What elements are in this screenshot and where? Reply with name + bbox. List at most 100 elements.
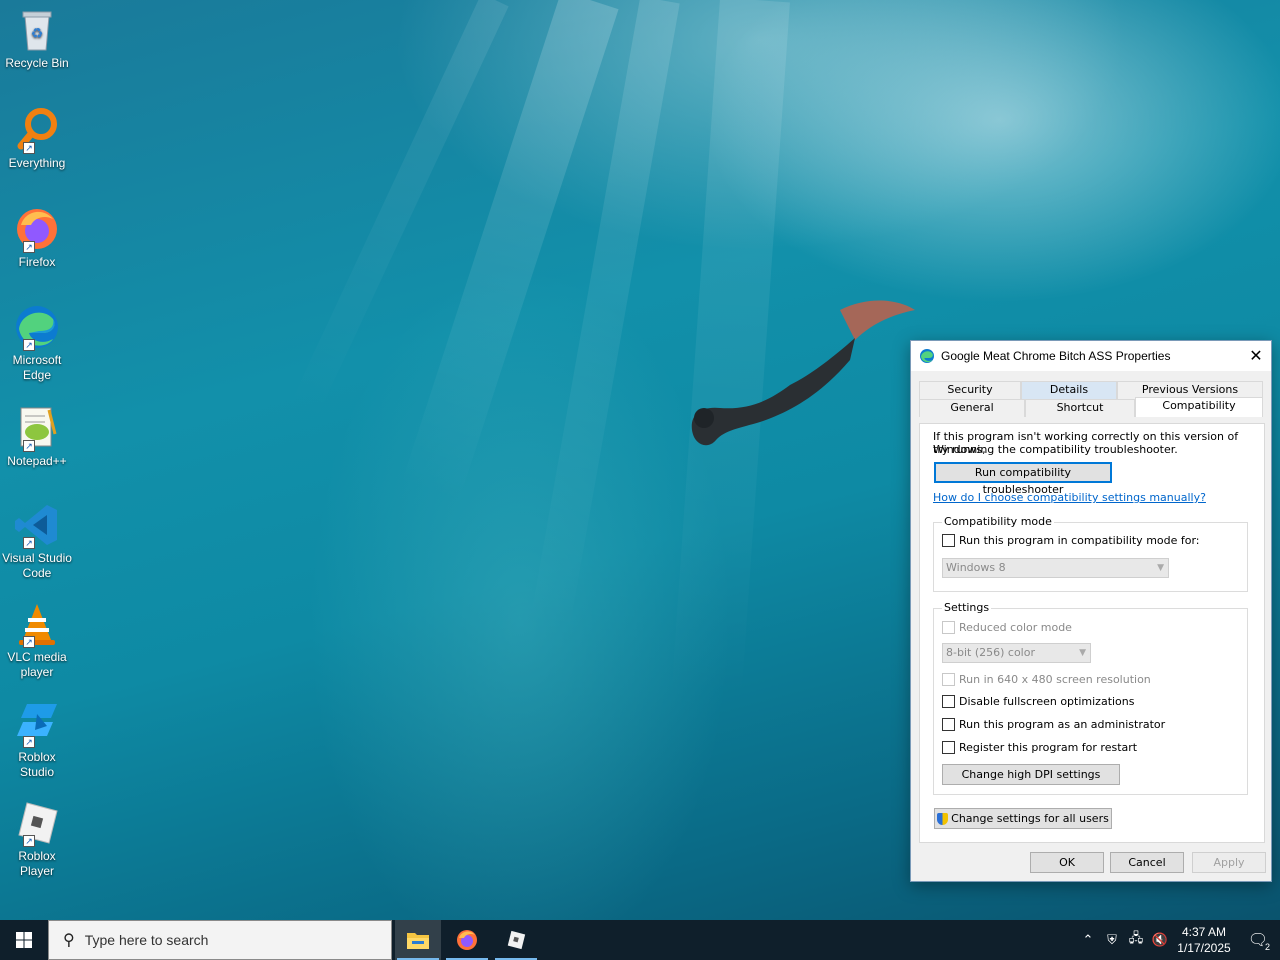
reduced-color-checkbox <box>942 621 955 634</box>
shortcut-arrow-icon: ↗ <box>23 835 35 847</box>
dialog-titlebar[interactable]: Google Meat Chrome Bitch ASS Properties … <box>911 341 1271 371</box>
taskbar-clock[interactable]: 4:37 AM 1/17/2025 <box>1172 924 1236 956</box>
uac-shield-icon <box>937 813 949 825</box>
ok-button[interactable]: OK <box>1030 852 1104 873</box>
chevron-down-icon: ▼ <box>1157 563 1164 573</box>
tabs-row-bottom: General Shortcut Compatibility <box>919 397 1263 417</box>
notification-count: 2 <box>1264 942 1270 952</box>
change-dpi-button[interactable]: Change high DPI settings <box>942 764 1120 785</box>
fullscreen-opt-row[interactable]: Disable fullscreen optimizations <box>942 695 1135 708</box>
tab-shortcut[interactable]: Shortcut <box>1025 399 1135 417</box>
tab-compatibility[interactable]: Compatibility <box>1135 397 1263 417</box>
taskbar-file-explorer[interactable] <box>395 920 441 960</box>
tab-security[interactable]: Security <box>919 381 1021 399</box>
edge-icon <box>920 349 934 363</box>
register-restart-row[interactable]: Register this program for restart <box>942 741 1137 754</box>
compatibility-help-link[interactable]: How do I choose compatibility settings m… <box>933 491 1206 504</box>
desktop-icon-label: Everything <box>8 156 66 170</box>
tab-general[interactable]: General <box>919 399 1025 417</box>
chevron-down-icon: ▼ <box>1079 648 1086 658</box>
close-button[interactable]: ✕ <box>1241 341 1271 371</box>
compat-mode-checkbox[interactable] <box>942 534 955 547</box>
change-all-users-label: Change settings for all users <box>951 812 1109 825</box>
compat-mode-checkbox-label: Run this program in compatibility mode f… <box>959 534 1200 547</box>
settings-label: Settings <box>942 601 992 614</box>
start-button[interactable] <box>0 920 48 960</box>
volume-muted-icon[interactable]: 🔇 <box>1148 932 1172 948</box>
run-admin-checkbox[interactable] <box>942 718 955 731</box>
firefox-icon <box>457 930 477 950</box>
change-all-users-button[interactable]: Change settings for all users <box>934 808 1112 829</box>
os-version-value: Windows 8 <box>946 561 1006 574</box>
roblox-studio-icon <box>17 704 57 736</box>
reduced-color-label: Reduced color mode <box>959 621 1072 634</box>
desktop-icon-everything[interactable]: ↗ Everything <box>2 106 72 171</box>
shortcut-arrow-icon: ↗ <box>23 440 35 452</box>
desktop-icon-label: Roblox Studio <box>18 750 56 779</box>
color-depth-select: 8-bit (256) color ▼ <box>942 643 1091 663</box>
security-tray-icon[interactable]: ⛨ <box>1100 932 1124 948</box>
apply-button[interactable]: Apply <box>1192 852 1266 873</box>
register-restart-label: Register this program for restart <box>959 741 1138 754</box>
taskbar-roblox-player[interactable] <box>493 920 539 960</box>
desktop-icon-label: Visual Studio Code <box>2 551 72 580</box>
everything-search-icon <box>17 108 57 150</box>
tab-details[interactable]: Details <box>1021 381 1117 399</box>
taskbar: ⚲ Type here to search ⌃ ⛨ 🖧 🔇 4:37 AM 1/… <box>0 920 1280 960</box>
vlc-icon <box>19 604 55 645</box>
os-version-select[interactable]: Windows 8 ▼ <box>942 558 1169 578</box>
resolution-row: Run in 640 x 480 screen resolution <box>942 673 1151 686</box>
resolution-checkbox <box>942 673 955 686</box>
shortcut-arrow-icon: ↗ <box>23 142 35 154</box>
taskbar-search-box[interactable]: ⚲ Type here to search <box>48 920 392 960</box>
search-icon: ⚲ <box>63 932 75 949</box>
shortcut-arrow-icon: ↗ <box>23 241 35 253</box>
run-troubleshooter-button[interactable]: Run compatibility troubleshooter <box>934 462 1112 496</box>
run-admin-row[interactable]: Run this program as an administrator <box>942 718 1165 731</box>
shortcut-arrow-icon: ↗ <box>23 339 35 351</box>
system-tray: ⌃ ⛨ 🖧 🔇 4:37 AM 1/17/2025 🗨 2 <box>1076 920 1280 960</box>
recycle-bin-icon: ♻ <box>22 11 52 51</box>
chevron-up-icon[interactable]: ⌃ <box>1076 932 1100 948</box>
desktop-icon-vlc[interactable]: ↗ VLC media player <box>2 600 72 680</box>
desktop-icon-firefox[interactable]: ↗ Firefox <box>2 205 72 270</box>
desktop-icon-label: VLC media player <box>7 650 67 679</box>
shortcut-arrow-icon: ↗ <box>23 537 35 549</box>
notification-center-button[interactable]: 🗨 2 <box>1236 930 1280 952</box>
desktop-icon-label: Microsoft Edge <box>12 353 62 382</box>
svg-text:♻: ♻ <box>31 25 44 41</box>
desktop-icon-label: Notepad++ <box>7 454 67 468</box>
desktop-icon-roblox-player[interactable]: ↗ Roblox Player <box>2 799 72 879</box>
compat-mode-checkbox-row[interactable]: Run this program in compatibility mode f… <box>942 534 1200 547</box>
properties-dialog: Google Meat Chrome Bitch ASS Properties … <box>910 340 1272 882</box>
vscode-icon <box>15 505 57 545</box>
network-icon[interactable]: 🖧 <box>1124 929 1148 951</box>
desktop-icon-label: Recycle Bin <box>5 56 69 70</box>
desktop-icon-recycle-bin[interactable]: ♻ Recycle Bin <box>2 6 72 71</box>
roblox-player-icon <box>18 802 58 844</box>
cancel-button[interactable]: Cancel <box>1110 852 1184 873</box>
desktop-icon-vscode[interactable]: ↗ Visual Studio Code <box>2 501 72 581</box>
clock-time: 4:37 AM <box>1181 925 1227 939</box>
clock-date: 1/17/2025 <box>1177 941 1231 955</box>
compatibility-panel: If this program isn't working correctly … <box>919 423 1265 843</box>
desktop-icon-edge[interactable]: ↗ Microsoft Edge <box>2 303 72 383</box>
reduced-color-row: Reduced color mode <box>942 621 1072 634</box>
edge-icon <box>16 306 58 348</box>
color-depth-value: 8-bit (256) color <box>946 646 1035 659</box>
shortcut-arrow-icon: ↗ <box>23 636 35 648</box>
taskbar-firefox[interactable] <box>444 920 490 960</box>
register-restart-checkbox[interactable] <box>942 741 955 754</box>
roblox-player-icon <box>507 930 526 950</box>
intro-text-line2: try running the compatibility troublesho… <box>933 443 1178 456</box>
settings-group: Settings Reduced color mode 8-bit (256) … <box>933 601 1248 795</box>
desktop-icon-notepad-plus-plus[interactable]: ↗ Notepad++ <box>2 404 72 469</box>
desktop-icon-label: Firefox <box>18 255 56 269</box>
desktop-icon-roblox-studio[interactable]: ↗ Roblox Studio <box>2 700 72 780</box>
file-explorer-icon <box>407 933 429 949</box>
fullscreen-opt-label: Disable fullscreen optimizations <box>959 695 1135 708</box>
notepad-plus-plus-icon <box>20 407 57 447</box>
fullscreen-opt-checkbox[interactable] <box>942 695 955 708</box>
search-placeholder: Type here to search <box>84 932 209 948</box>
close-icon: ✕ <box>1249 346 1263 365</box>
